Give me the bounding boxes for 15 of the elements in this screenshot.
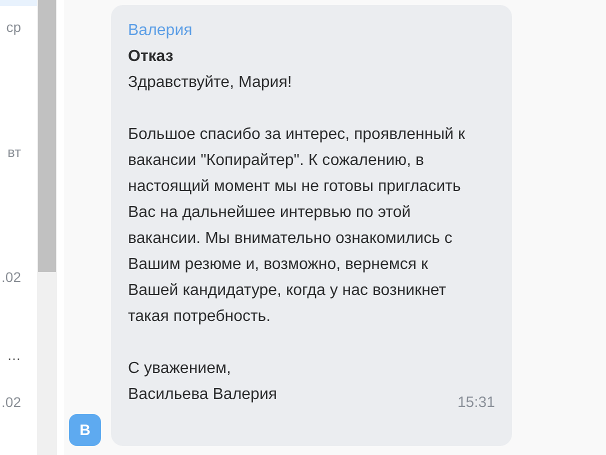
- chat-date: .02: [2, 393, 21, 411]
- sender-name[interactable]: Валерия: [128, 18, 495, 44]
- message-greeting: Здравствуйте, Мария!: [128, 73, 293, 93]
- message-body: Большое спасибо за интерес, проявленный к вакансии "Копирайтер". К сожалению, в настоящий момент мы не готовы пригласить Вас на дальнейшее интервью по этой вакансии. Мы внимательно ознакомились с Вашим резюме и, возможно, вернемся к Вашей кандидатуре, когда у нас возникнет такая потребность.: [128, 125, 466, 327]
- chat-date: ср: [6, 18, 21, 36]
- scrollbar-thumb[interactable]: [38, 0, 56, 272]
- chat-date: вт: [7, 143, 21, 161]
- chat-preview: …: [7, 346, 21, 364]
- scrollbar[interactable]: [37, 0, 57, 455]
- chat-date: .02: [2, 268, 21, 286]
- message-time: 15:31: [457, 393, 495, 413]
- message-signoff: С уважением,: [128, 359, 231, 379]
- sender-avatar[interactable]: В: [69, 414, 101, 446]
- message-subject: Отказ: [128, 47, 174, 67]
- message-signoff: Васильева Валерия: [128, 385, 278, 405]
